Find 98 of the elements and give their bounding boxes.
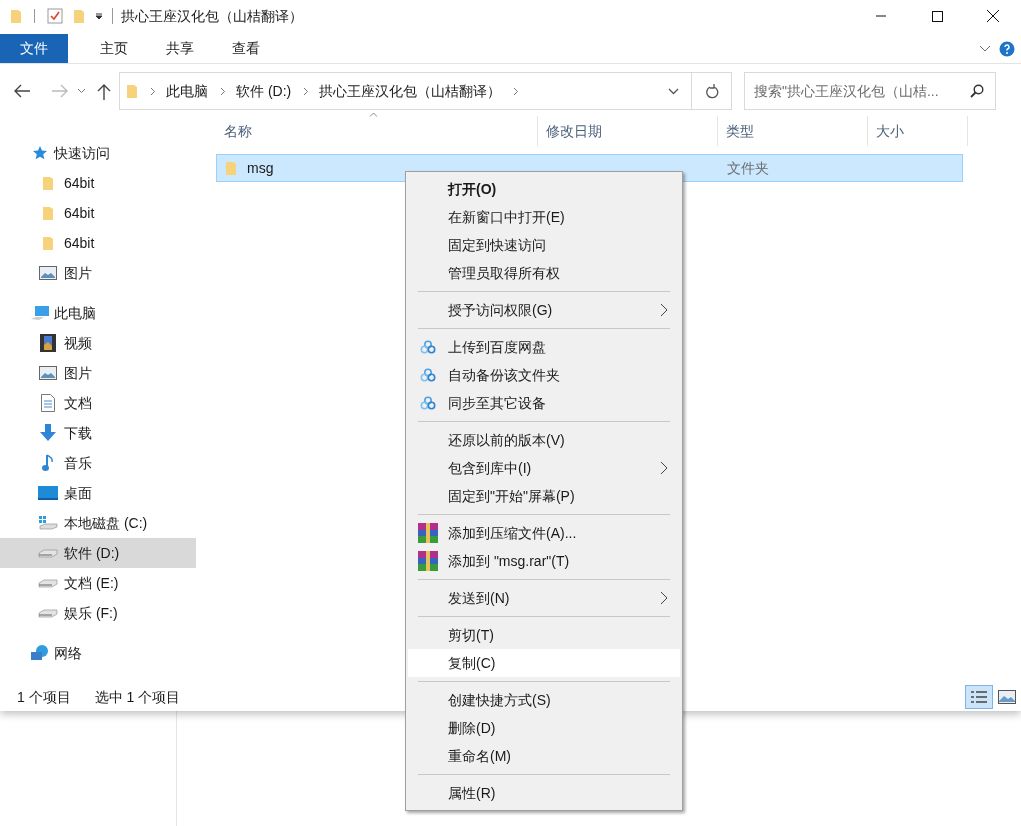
nav-item[interactable]: 文档 [0,388,196,418]
column-header[interactable]: 修改日期 [538,116,718,146]
address-bar[interactable]: 此电脑 软件 (D:) 拱心王座汉化包（山桔翻译） [119,72,692,110]
nav-item[interactable]: 桌面 [0,478,196,508]
nav-item[interactable]: 此电脑 [0,298,196,328]
menu-item[interactable]: 管理员取得所有权 [408,259,680,287]
nav-item[interactable]: 64bit [0,228,196,258]
menu-item[interactable]: 添加到 "msg.rar"(T) [408,547,680,575]
column-header[interactable]: 名称 [216,116,538,146]
maximize-icon[interactable] [931,10,943,22]
menu-item[interactable]: 删除(D) [408,714,680,742]
breadcrumb[interactable]: 拱心王座汉化包（山桔翻译） [319,80,502,102]
film-icon [40,334,56,352]
menu-item[interactable]: 自动备份该文件夹 [408,361,680,389]
nav-item[interactable]: 本地磁盘 (C:) [0,508,196,538]
help-icon[interactable] [999,40,1015,57]
status-text: 1 个项目 [17,687,71,707]
chevron-down-icon[interactable] [979,44,991,53]
archive-icon [418,523,438,543]
folder-icon [126,83,138,99]
menu-item[interactable]: 添加到压缩文件(A)... [408,519,680,547]
ribbon-tab[interactable]: 文件 [0,34,68,63]
music-note-icon [42,454,54,472]
folder-icon [42,205,54,221]
type-text: 文件夹 [727,159,769,176]
up-arrow-icon[interactable] [97,82,111,100]
window-title: 拱心王座汉化包（山桔翻译） [121,6,303,26]
column-header[interactable]: 类型 [718,116,868,146]
folder-icon [42,235,54,251]
nav-item[interactable]: 下载 [0,418,196,448]
cloud-icon [420,340,436,354]
properties-icon[interactable] [47,8,63,24]
nav-item[interactable]: 软件 (D:) [0,538,196,568]
file-name: msg [247,158,274,178]
dropdown-icon[interactable] [95,12,103,20]
image-icon [39,266,57,280]
computer-icon [30,305,50,321]
sort-caret-icon [369,112,378,117]
drive-icon [38,578,58,588]
chevron-right-icon[interactable] [150,86,156,96]
archive-icon [418,551,438,571]
down-arrow-icon [40,424,56,442]
folder-icon [225,160,237,176]
list-icon [970,690,988,704]
menu-item[interactable]: 同步至其它设备 [408,389,680,417]
nav-item[interactable]: 娱乐 (F:) [0,598,196,628]
image-icon [39,366,57,380]
nav-item[interactable]: 音乐 [0,448,196,478]
chevron-down-icon[interactable] [668,87,679,95]
breadcrumb[interactable]: 此电脑 [166,80,208,102]
nav-item[interactable]: 图片 [0,258,196,288]
column-header[interactable]: 大小 [868,116,968,146]
document-icon [41,394,55,412]
refresh-icon [704,83,719,99]
back-arrow-icon[interactable] [13,84,31,98]
nav-item[interactable]: 64bit [0,168,196,198]
menu-item[interactable]: 在新窗口中打开(E) [408,203,680,231]
drive-icon [38,515,58,531]
menu-item[interactable]: 发送到(N) [408,584,680,612]
nav-item[interactable]: 网络 [0,638,196,668]
chevron-right-icon[interactable] [220,86,226,96]
menu-item[interactable]: 固定到快速访问 [408,231,680,259]
ribbon-tab[interactable]: 查看 [218,34,274,63]
chevron-right-icon[interactable] [303,86,310,96]
menu-item[interactable]: 上传到百度网盘 [408,333,680,361]
breadcrumb[interactable]: 软件 (D:) [236,80,292,102]
nav-item[interactable]: 64bit [0,198,196,228]
refresh-button[interactable] [692,72,732,110]
search-field[interactable]: 搜索"拱心王座汉化包（山桔... [744,72,996,110]
chevron-right-icon[interactable] [513,86,520,96]
menu-item[interactable]: 授予访问权限(G) [408,296,680,324]
monitor-icon [38,486,58,500]
nav-item[interactable]: 视频 [0,328,196,358]
cloud-icon [420,368,436,382]
folder-icon [42,175,54,191]
search-icon[interactable] [970,84,984,98]
cloud-icon [420,396,436,410]
thumbnail-view-icon[interactable] [998,690,1016,704]
drive-icon [38,548,58,558]
ribbon-tab[interactable]: 共享 [152,34,208,63]
chevron-down-icon[interactable] [77,88,86,94]
star-icon [32,145,48,161]
menu-item[interactable]: 属性(R) [408,779,680,807]
drive-icon [38,608,58,618]
menu-item[interactable]: 剪切(T) [408,621,680,649]
nav-item[interactable]: 文档 (E:) [0,568,196,598]
menu-item[interactable]: 还原以前的版本(V) [408,426,680,454]
menu-item[interactable]: 固定到"开始"屏幕(P) [408,482,680,510]
status-text: 选中 1 个项目 [94,687,181,707]
details-view-button[interactable] [965,685,993,709]
nav-item[interactable]: 图片 [0,358,196,388]
menu-item[interactable]: 复制(C) [408,649,680,677]
ribbon-tab[interactable]: 主页 [86,34,142,63]
menu-item[interactable]: 包含到库中(I) [408,454,680,482]
nav-item[interactable]: 快速访问 [0,138,196,168]
close-icon[interactable] [987,10,999,22]
menu-item[interactable]: 创建快捷方式(S) [408,686,680,714]
menu-item[interactable]: 重命名(M) [408,742,680,770]
